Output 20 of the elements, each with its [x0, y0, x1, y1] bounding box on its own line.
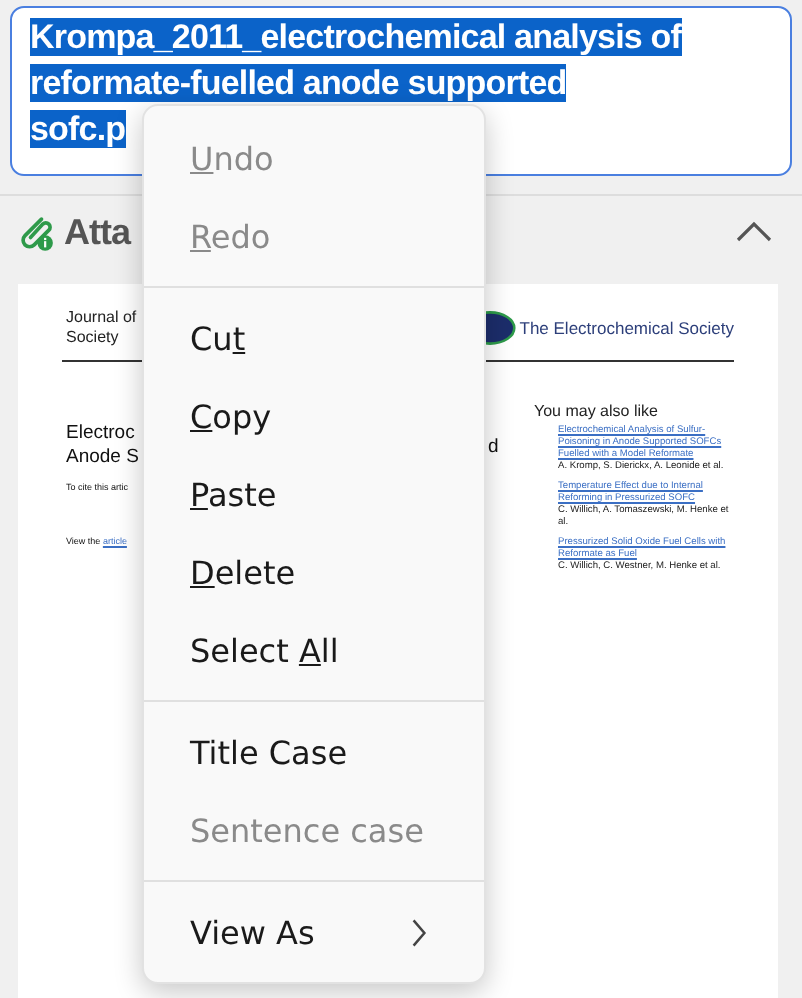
menu-item[interactable]: Select All [144, 612, 484, 690]
menu-item[interactable]: Copy [144, 378, 484, 456]
publisher-name: The Electrochemical Society [519, 318, 734, 338]
article-title: Electroc [66, 422, 135, 446]
menu-item[interactable]: Title Case [144, 714, 484, 792]
article-title: d [488, 436, 499, 458]
related-heading: You may also like [534, 402, 660, 420]
menu-item[interactable]: Delete [144, 534, 484, 612]
filename-text: reformate-fuelled anode supported [30, 64, 567, 102]
menu-item[interactable]: View As [144, 894, 484, 972]
journal-name: Journal of [66, 308, 137, 328]
attachments-title: Atta [64, 211, 130, 253]
menu-item[interactable]: Paste [144, 456, 484, 534]
journal-name: Society [66, 328, 121, 348]
collapse-chevron-icon[interactable] [734, 220, 774, 244]
filename-text: sofc.p [30, 110, 126, 148]
filename-text: Krompa_2011_electrochemical analysis of [30, 18, 682, 56]
submenu-chevron-icon [410, 918, 428, 948]
menu-item[interactable]: Cut [144, 300, 484, 378]
article-title: Anode S [66, 446, 139, 470]
